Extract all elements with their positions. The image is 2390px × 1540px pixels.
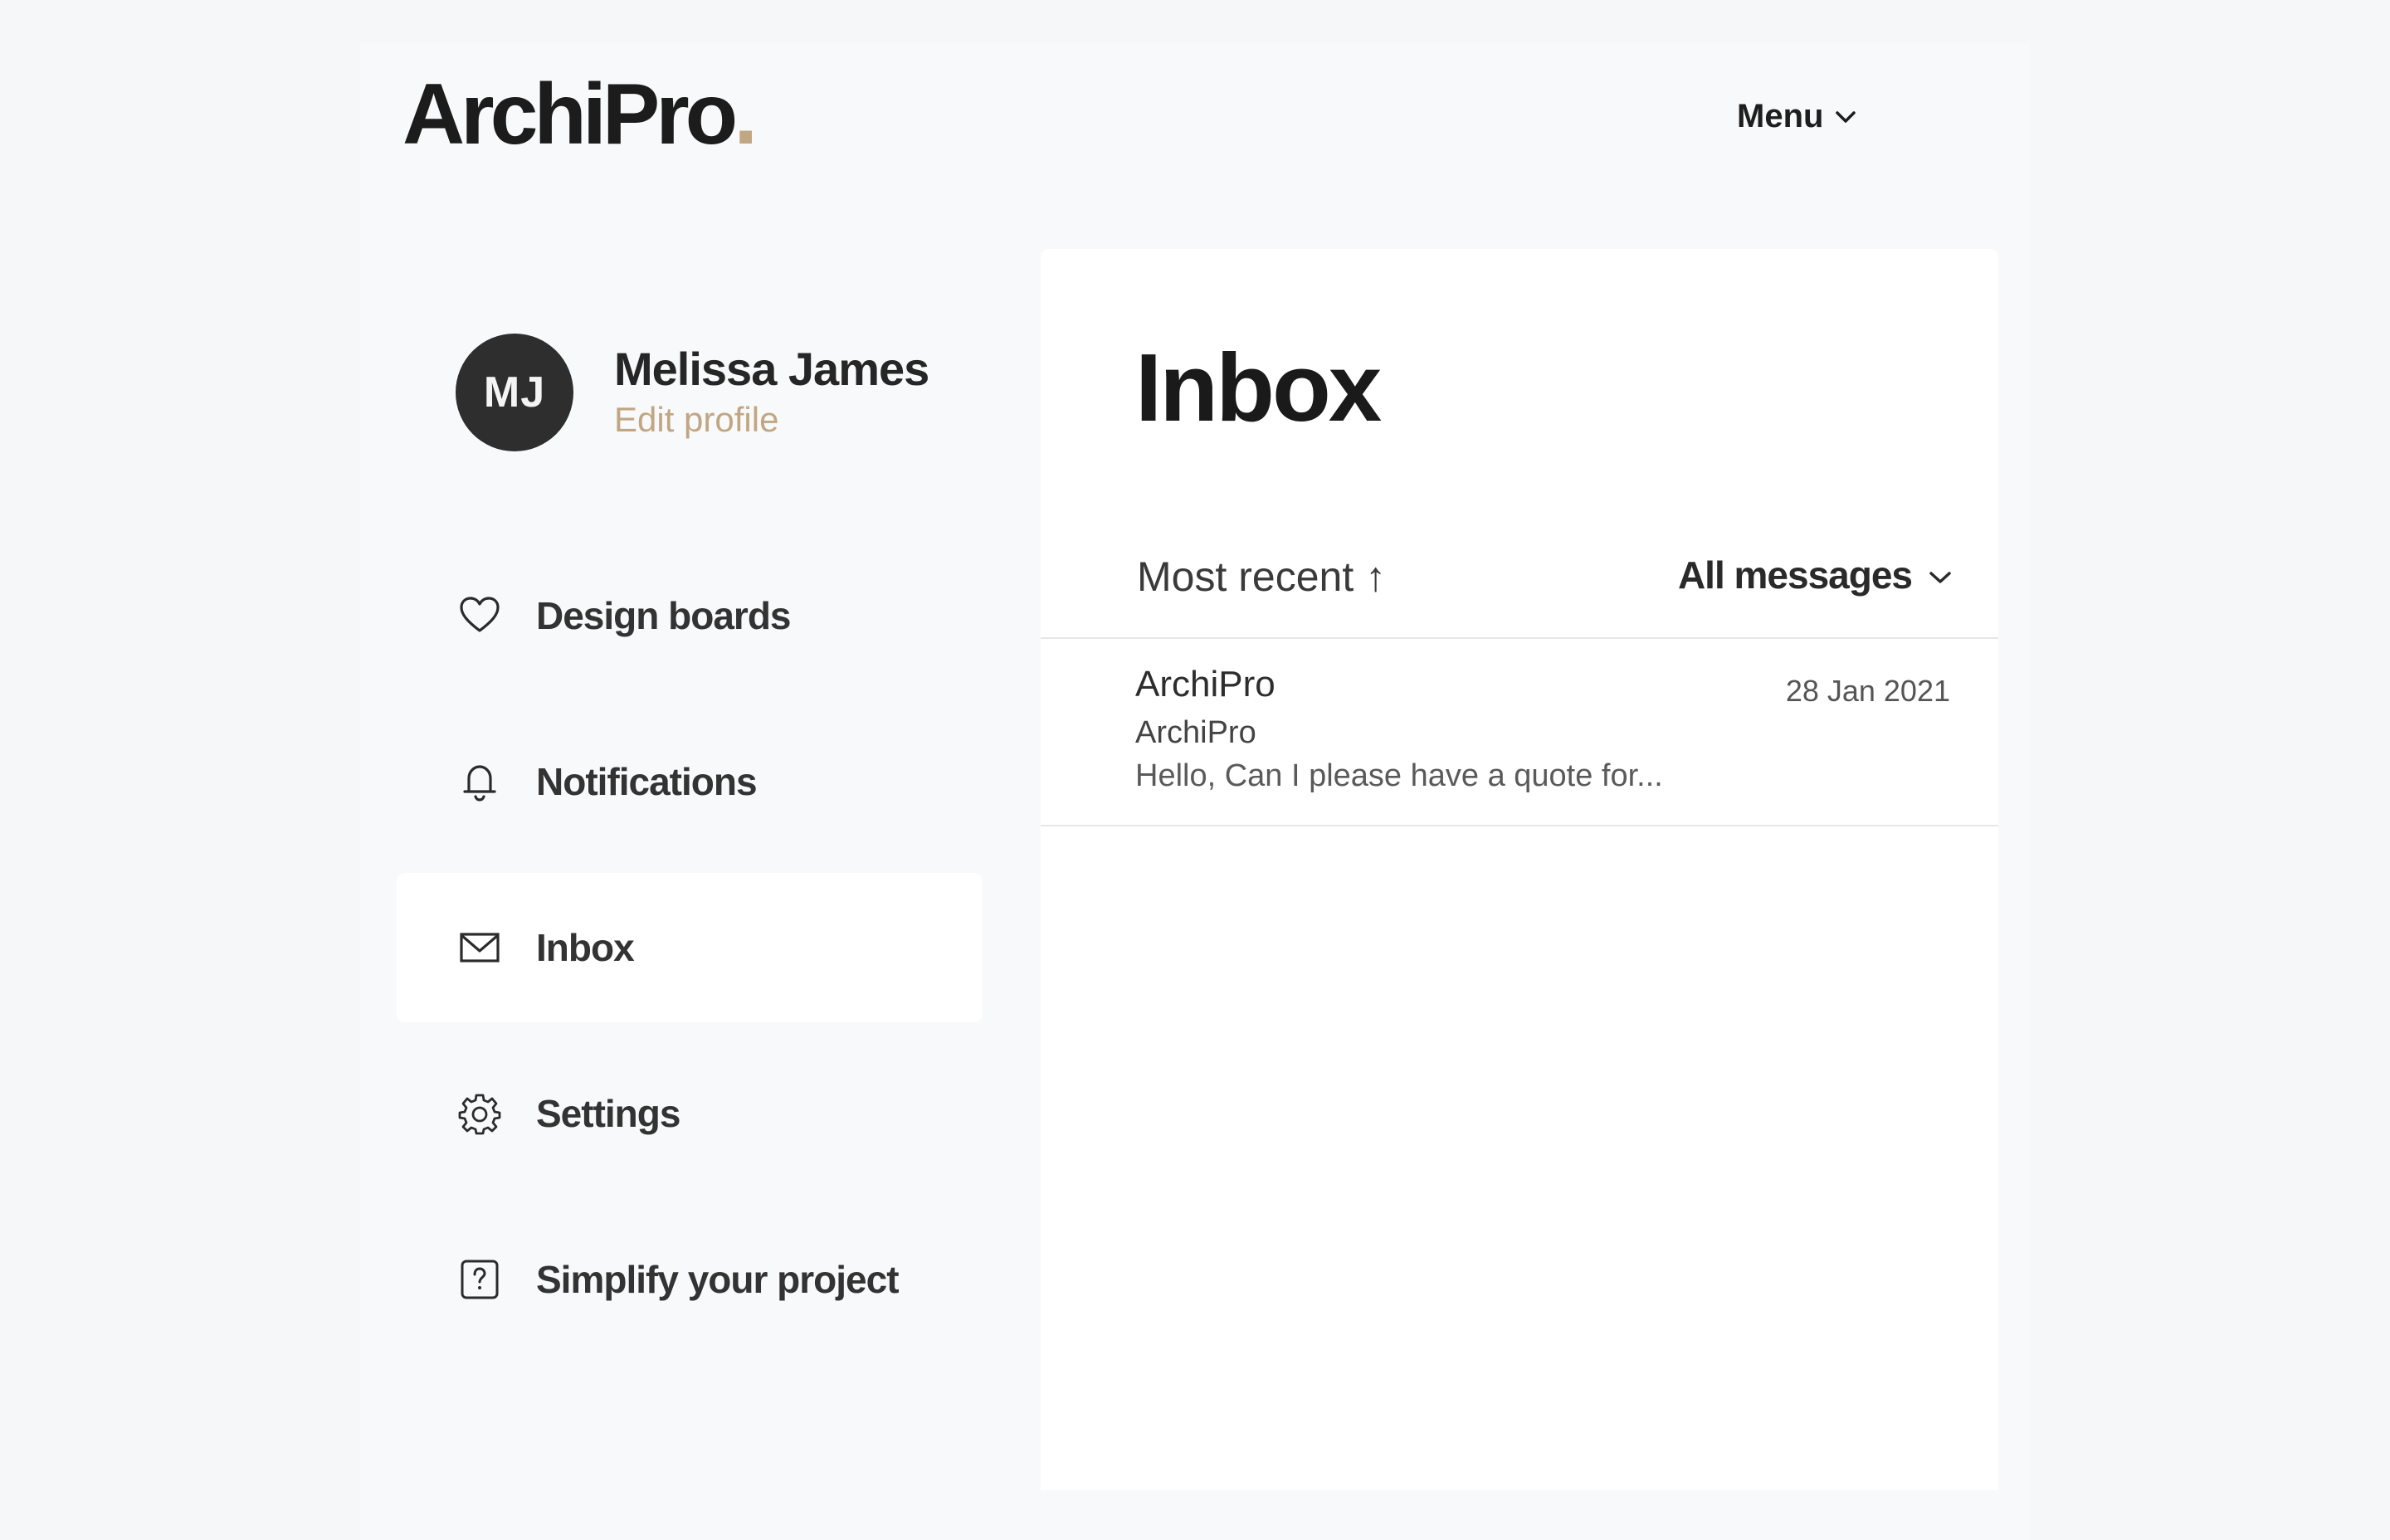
filter-label: All messages xyxy=(1677,553,1913,597)
inbox-panel: Inbox Most recent ↑ All messages ArchiPr… xyxy=(1041,249,1998,1490)
menu-label: Menu xyxy=(1737,98,1824,134)
logo-text: ArchiPro xyxy=(402,66,738,163)
profile-name: Melissa James xyxy=(614,343,929,395)
sidebar-item-settings[interactable]: Settings xyxy=(397,1039,983,1188)
sidebar-item-simplify-project[interactable]: Simplify your project xyxy=(397,1205,983,1354)
chevron-down-icon xyxy=(1929,572,1951,583)
avatar: MJ xyxy=(456,334,573,451)
sidebar-item-label: Settings xyxy=(536,1092,680,1135)
message-date: 28 Jan 2021 xyxy=(1785,674,1950,708)
message-item[interactable]: ArchiPro 28 Jan 2021 ArchiPro Hello, Can… xyxy=(1041,639,1998,826)
sidebar-item-notifications[interactable]: Notifications xyxy=(397,707,983,856)
gear-icon xyxy=(456,1090,503,1137)
message-subject: ArchiPro xyxy=(1135,715,1256,750)
avatar-initials: MJ xyxy=(483,368,546,417)
message-filter-dropdown[interactable]: All messages xyxy=(1678,553,1952,597)
sidebar-item-label: Simplify your project xyxy=(536,1258,900,1301)
sidebar-item-inbox[interactable]: Inbox xyxy=(397,873,983,1022)
archipro-logo[interactable]: ArchiPro. xyxy=(402,71,758,158)
sidebar-item-design-boards[interactable]: Design boards xyxy=(397,541,983,690)
message-sender: ArchiPro xyxy=(1135,664,1275,704)
edit-profile-link[interactable]: Edit profile xyxy=(614,400,778,440)
sidebar-item-label: Design boards xyxy=(536,594,792,637)
sidebar-item-label: Inbox xyxy=(536,926,635,969)
message-preview: Hello, Can I please have a quote for... xyxy=(1135,758,1663,793)
mail-icon xyxy=(456,924,503,971)
chevron-down-icon xyxy=(1836,110,1856,123)
bell-icon xyxy=(456,758,503,805)
heart-icon xyxy=(456,592,503,639)
menu-button[interactable]: Menu xyxy=(1737,98,1856,135)
logo-dot: . xyxy=(734,66,758,163)
sidebar-item-label: Notifications xyxy=(536,760,758,803)
sort-button[interactable]: Most recent ↑ xyxy=(1137,553,1386,601)
divider xyxy=(1041,825,1998,826)
page-title: Inbox xyxy=(1135,334,1382,441)
help-icon xyxy=(456,1256,503,1303)
